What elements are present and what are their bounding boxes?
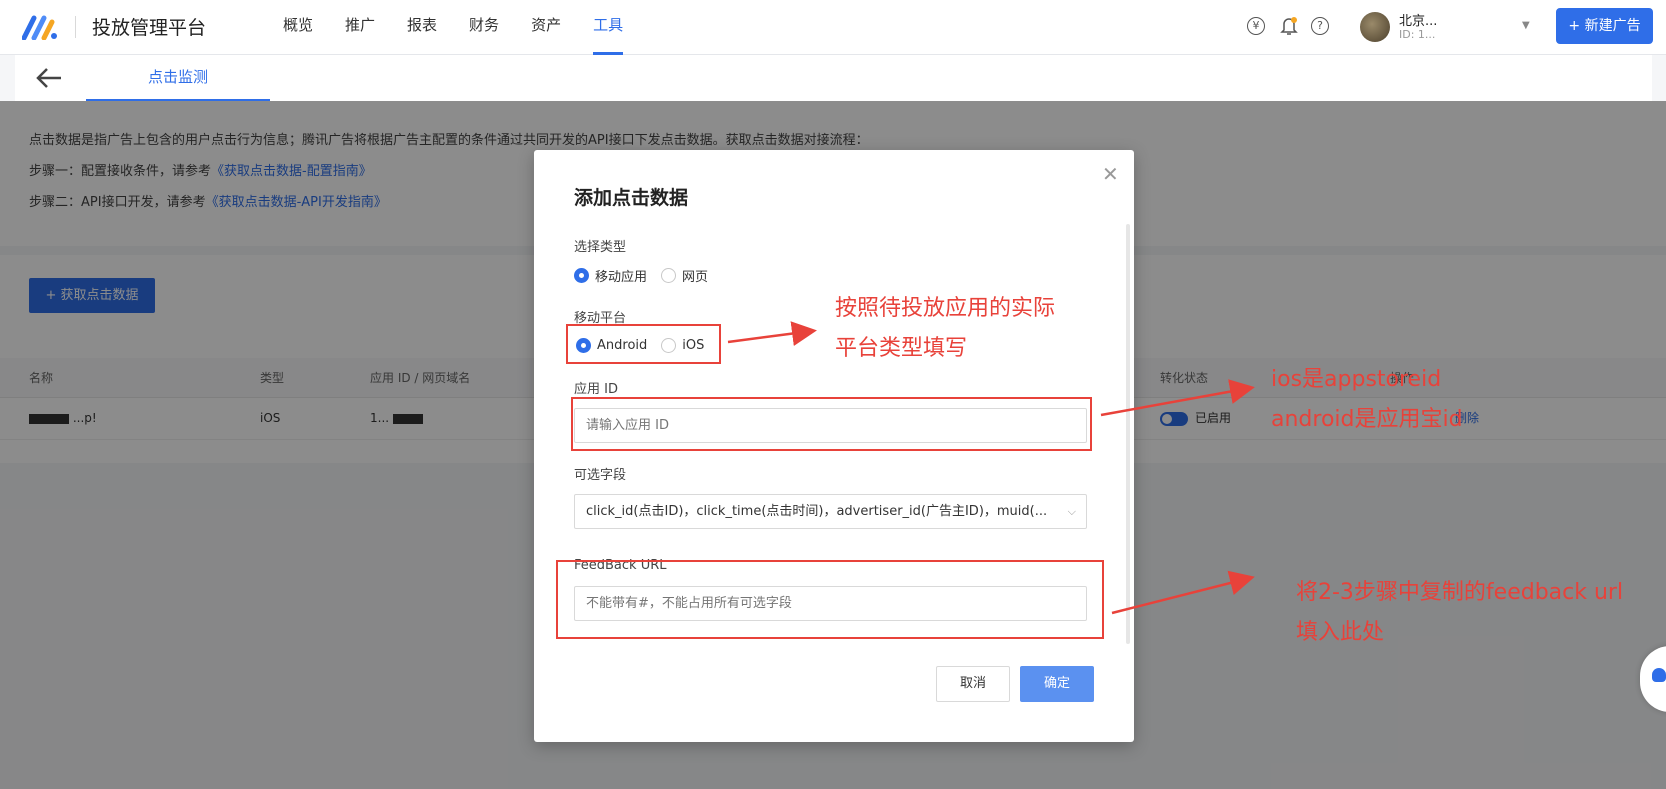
help-icon[interactable]: ? [1311, 17, 1329, 35]
account-name[interactable]: 北京... [1399, 10, 1437, 29]
top-bar: 投放管理平台 概览 推广 报表 财务 资产 工具 ¥ ? 北京... ID: 1… [0, 0, 1666, 55]
radio-label: 移动应用 [595, 270, 648, 285]
nav-reports[interactable]: 报表 [407, 0, 437, 55]
cancel-button[interactable]: 取消 [936, 666, 1010, 702]
back-arrow-icon[interactable] [35, 67, 63, 89]
radio-webpage[interactable]: 网页 [661, 266, 708, 285]
app-id-note: ios是appstoreid android是应用宝id [1271, 360, 1463, 440]
account-id: ID: 1... [1399, 28, 1436, 41]
platform-note-line: 按照待投放应用的实际 [835, 296, 1056, 321]
type-radio-group: 移动应用 网页 [574, 266, 722, 285]
logo-icon[interactable] [22, 14, 58, 40]
chevron-down-icon[interactable]: ▼ [1522, 20, 1530, 31]
main-nav: 概览 推广 报表 财务 资产 工具 [283, 0, 655, 55]
radio-label: 网页 [682, 270, 709, 285]
type-label: 选择类型 [574, 240, 627, 255]
logo-divider [75, 16, 76, 38]
optional-fields-value: click_id(点击ID)，click_time(点击时间)，advertis… [586, 504, 1048, 519]
radio-mobile-app[interactable]: 移动应用 [574, 266, 647, 285]
nav-assets[interactable]: 资产 [531, 0, 561, 55]
optional-fields-label: 可选字段 [574, 468, 627, 483]
feedback-note: 将2-3步骤中复制的feedback url 填入此处 [1296, 573, 1623, 653]
close-icon[interactable]: ✕ [1102, 164, 1119, 184]
sub-header: 点击监测 [15, 55, 1652, 101]
nav-overview[interactable]: 概览 [283, 0, 313, 55]
avatar[interactable] [1360, 12, 1390, 42]
feedback-note-line: 将2-3步骤中复制的feedback url [1296, 580, 1624, 605]
coin-icon[interactable]: ¥ [1247, 17, 1265, 35]
app-id-label: 应用 ID [574, 382, 618, 397]
platform-note: 按照待投放应用的实际 平台类型填写 [835, 289, 1055, 369]
bell-icon[interactable] [1280, 16, 1298, 36]
feedback-note-line: 填入此处 [1296, 620, 1385, 645]
cloud-icon [1652, 668, 1666, 682]
feedback-highlight-box [556, 560, 1104, 639]
radio-unchecked-icon [661, 268, 677, 283]
nav-promotion[interactable]: 推广 [345, 0, 375, 55]
app-title: 投放管理平台 [92, 17, 207, 39]
tab-click-monitoring[interactable]: 点击监测 [86, 55, 270, 101]
app-id-note-line: ios是appstoreid [1271, 367, 1442, 392]
platform-note-line: 平台类型填写 [835, 336, 968, 361]
nav-finance[interactable]: 财务 [469, 0, 499, 55]
app-id-highlight-box [571, 397, 1092, 451]
nav-tools[interactable]: 工具 [593, 0, 624, 55]
optional-fields-select[interactable]: click_id(点击ID)，click_time(点击时间)，advertis… [574, 494, 1087, 529]
modal-title: 添加点击数据 [574, 187, 689, 209]
new-ad-button[interactable]: + 新建广告 [1556, 8, 1653, 44]
platform-highlight-box [566, 324, 721, 364]
radio-checked-icon [574, 268, 589, 283]
app-id-note-line: android是应用宝id [1271, 407, 1463, 432]
modal-scrollbar[interactable] [1126, 224, 1130, 644]
confirm-button[interactable]: 确定 [1020, 666, 1094, 702]
chevron-down-icon: ⌵ [1067, 505, 1076, 518]
